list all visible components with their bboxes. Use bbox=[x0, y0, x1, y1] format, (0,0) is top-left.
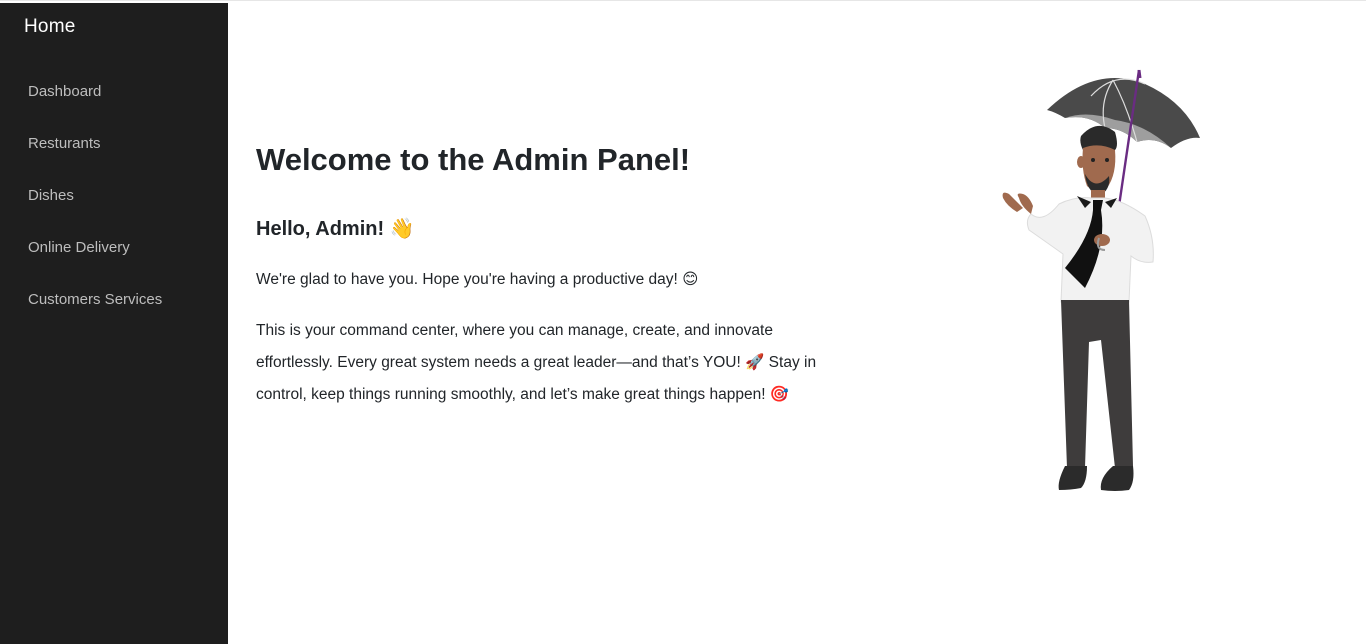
sidebar-item-restaurants[interactable]: Resturants bbox=[0, 117, 228, 169]
home-link[interactable]: Home bbox=[24, 16, 75, 38]
sidebar: Home Dashboard Resturants Dishes Online … bbox=[0, 3, 228, 644]
greeting-heading: Hello, Admin! 👋 bbox=[256, 218, 415, 240]
man-with-umbrella-icon bbox=[1002, 69, 1200, 491]
page-title: Welcome to the Admin Panel! bbox=[256, 142, 691, 177]
sidebar-item-dishes[interactable]: Dishes bbox=[0, 169, 228, 221]
sidebar-item-customers-services[interactable]: Customers Services bbox=[0, 273, 228, 325]
intro-text: We're glad to have you. Hope you're havi… bbox=[256, 271, 699, 288]
sidebar-item-dashboard[interactable]: Dashboard bbox=[0, 65, 228, 117]
sidebar-nav: Dashboard Resturants Dishes Online Deliv… bbox=[0, 65, 228, 325]
sidebar-item-online-delivery[interactable]: Online Delivery bbox=[0, 221, 228, 273]
body-text: This is your command center, where you c… bbox=[256, 322, 817, 403]
